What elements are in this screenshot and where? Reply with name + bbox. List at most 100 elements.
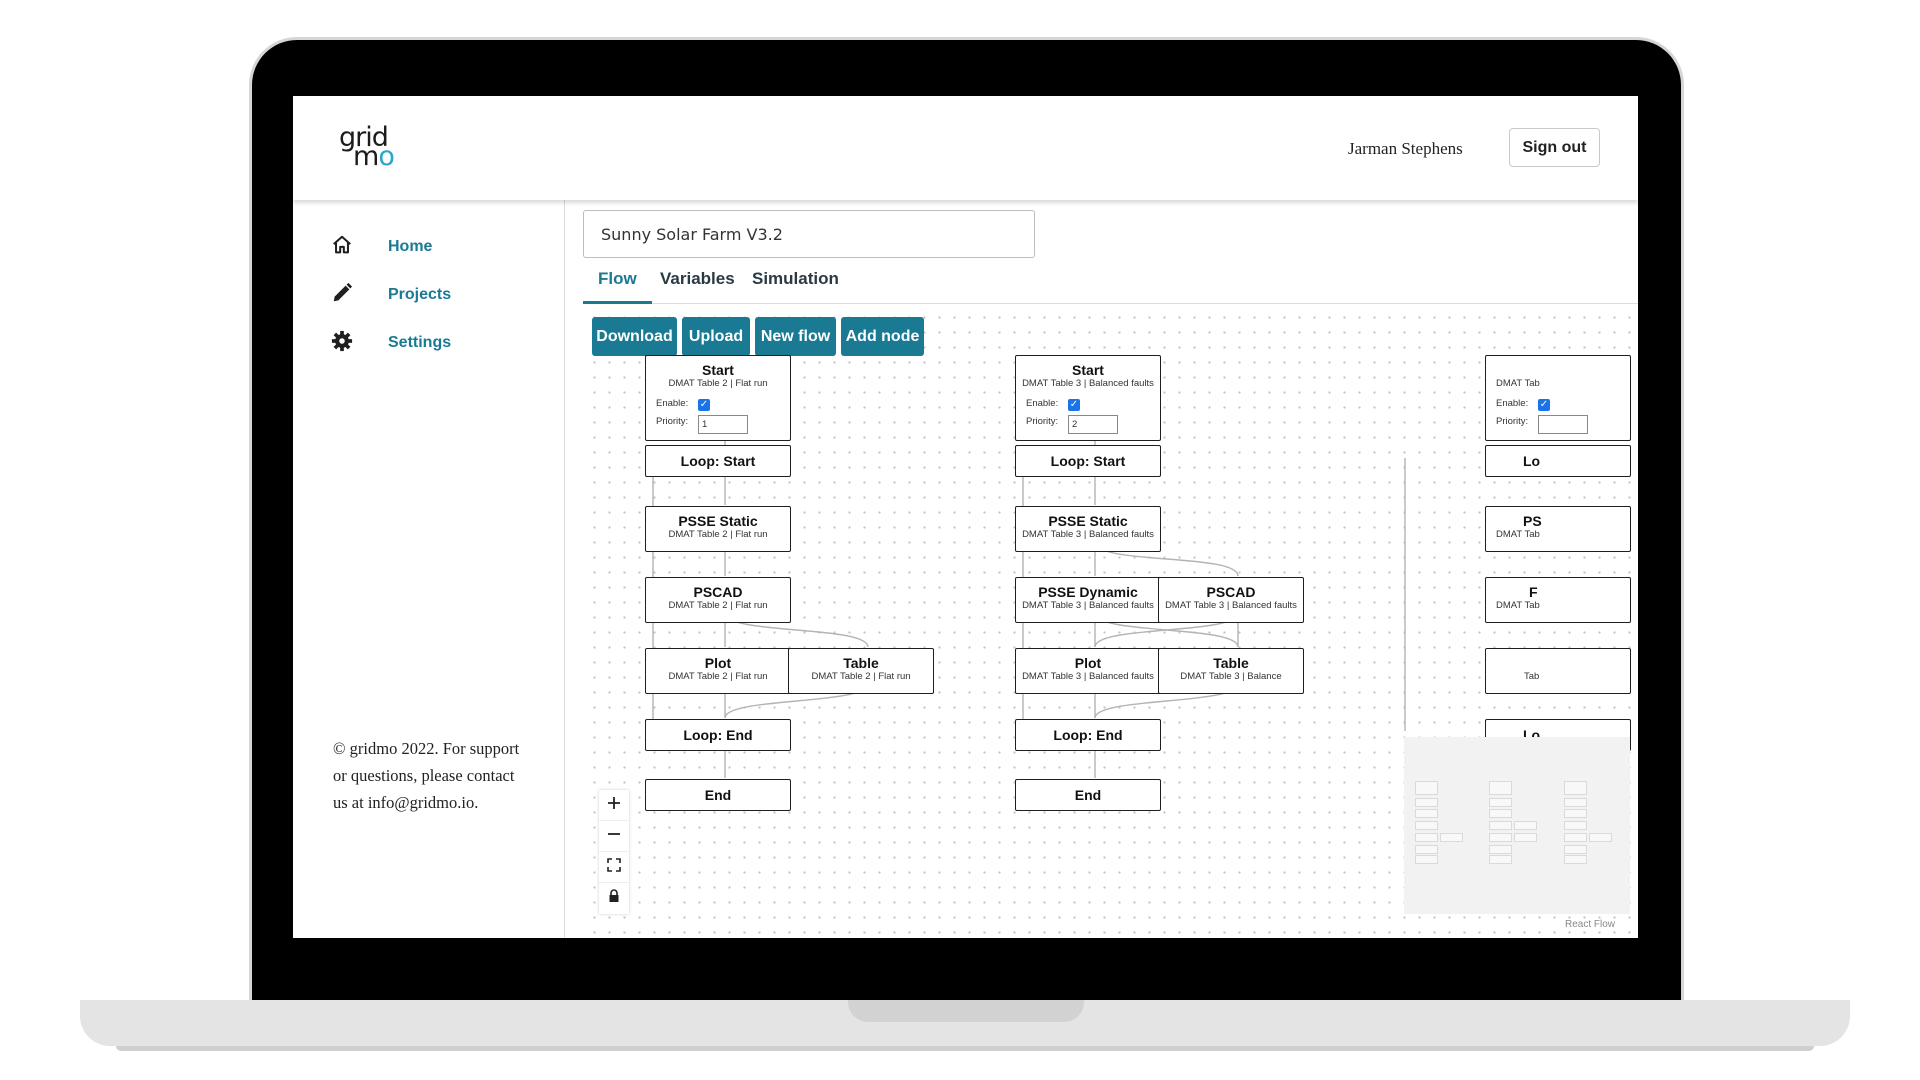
new-flow-button[interactable]: New flow <box>755 317 836 356</box>
laptop-notch <box>848 1000 1084 1022</box>
plot-node[interactable]: Plot DMAT Table 2 | Flat run <box>645 648 791 694</box>
support-footer-text: © gridmo 2022. For support or questions,… <box>333 739 520 812</box>
sidebar-item-settings[interactable]: Settings <box>331 330 451 357</box>
sidebar-item-label: Settings <box>388 334 452 351</box>
pscad-node[interactable]: F DMAT Tab <box>1485 577 1631 623</box>
node-subtitle: DMAT Table 3 | Balanced faults <box>1022 671 1154 682</box>
sidebar-item-label: Home <box>388 238 433 255</box>
priority-input[interactable] <box>1538 415 1588 434</box>
plot-node[interactable]: Tab <box>1485 648 1631 694</box>
node-subtitle: DMAT Tab <box>1496 378 1540 389</box>
node-subtitle: DMAT Tab <box>1496 600 1540 611</box>
loop-start-node[interactable]: Loop: Start <box>1015 445 1161 477</box>
laptop-base-shadow <box>116 1046 1814 1051</box>
sidebar-item-home[interactable]: Home <box>331 234 432 261</box>
pencil-icon <box>331 282 353 309</box>
gridmo-logo[interactable]: grid mo <box>339 124 399 172</box>
tab-bar: Flow Variables Simulation <box>583 262 1638 304</box>
home-icon <box>331 234 353 261</box>
node-subtitle: DMAT Table 3 | Balance <box>1180 671 1282 682</box>
node-subtitle: DMAT Table 3 | Balanced faults <box>1022 378 1154 389</box>
enable-label: Enable: <box>1026 398 1059 409</box>
logo-text-bottom: mo <box>353 141 395 172</box>
canvas-controls <box>599 790 629 914</box>
node-title: PSSE Static <box>678 513 758 529</box>
enable-checkbox[interactable]: ✓ <box>1068 399 1080 411</box>
node-title: Loop: End <box>683 727 753 743</box>
node-title: PSSE Static <box>1048 513 1128 529</box>
flow-canvas[interactable]: Download Upload New flow Add node Start … <box>583 305 1638 938</box>
node-subtitle: DMAT Table 2 | Flat run <box>668 600 768 611</box>
priority-input[interactable]: 2 <box>1068 415 1118 434</box>
upload-button[interactable]: Upload <box>682 317 750 356</box>
start-node[interactable]: Start DMAT Table 2 | Flat run Enable: ✓ … <box>645 355 791 441</box>
node-title: PSCAD <box>693 584 743 600</box>
project-name-input[interactable] <box>583 210 1035 258</box>
add-node-button[interactable]: Add node <box>841 317 924 356</box>
loop-start-node[interactable]: Loop: Start <box>645 445 791 477</box>
sign-out-button[interactable]: Sign out <box>1509 128 1600 167</box>
lock-icon <box>606 888 622 909</box>
flow-minimap[interactable] <box>1404 737 1630 914</box>
loop-start-node[interactable]: Lo <box>1485 445 1631 477</box>
end-node[interactable]: End <box>1015 779 1161 811</box>
node-subtitle: DMAT Table 3 | Balanced faults <box>1022 529 1154 540</box>
loop-end-node[interactable]: Loop: End <box>645 719 791 751</box>
minus-icon <box>606 826 622 847</box>
table-node[interactable]: Table DMAT Table 2 | Flat run <box>788 648 934 694</box>
psse-dynamic-node[interactable]: PSSE Dynamic DMAT Table 3 | Balanced fau… <box>1015 577 1161 623</box>
plot-node[interactable]: Plot DMAT Table 3 | Balanced faults <box>1015 648 1161 694</box>
node-subtitle: DMAT Table 2 | Flat run <box>668 671 768 682</box>
plus-icon <box>606 795 622 816</box>
end-node[interactable]: End <box>645 779 791 811</box>
node-subtitle: DMAT Table 2 | Flat run <box>668 529 768 540</box>
priority-input[interactable]: 1 <box>698 415 748 434</box>
lock-button[interactable] <box>599 883 629 914</box>
node-title: Loop: Start <box>1050 453 1126 469</box>
app-header: grid mo Jarman Stephens Sign out <box>293 96 1638 200</box>
zoom-in-button[interactable] <box>599 790 629 821</box>
app-screen: grid mo Jarman Stephens Sign out Home Pr… <box>293 96 1638 938</box>
node-title: PS <box>1523 513 1542 529</box>
psse-static-node[interactable]: PSSE Static DMAT Table 3 | Balanced faul… <box>1015 506 1161 552</box>
table-node[interactable]: Table DMAT Table 3 | Balance <box>1158 648 1304 694</box>
node-title: Loop: End <box>1053 727 1123 743</box>
fit-view-button[interactable] <box>599 852 629 883</box>
gear-icon <box>331 330 353 357</box>
pscad-node[interactable]: PSCAD DMAT Table 2 | Flat run <box>645 577 791 623</box>
zoom-out-button[interactable] <box>599 821 629 852</box>
loop-end-node[interactable]: Loop: End <box>1015 719 1161 751</box>
node-title: Start <box>702 362 734 378</box>
sidebar-item-projects[interactable]: Projects <box>331 282 451 309</box>
tab-flow[interactable]: Flow <box>583 262 652 304</box>
start-node[interactable]: Start DMAT Table 3 | Balanced faults Ena… <box>1015 355 1161 441</box>
node-title: Plot <box>704 655 732 671</box>
sidebar: Home Projects Settings © gridmo 2022. Fo… <box>293 200 565 938</box>
node-title: Table <box>843 655 879 671</box>
sidebar-item-label: Projects <box>388 286 452 303</box>
start-node[interactable]: DMAT Tab Enable: ✓ Priority: <box>1485 355 1631 441</box>
node-title: Table <box>1213 655 1249 671</box>
node-title: Start <box>1072 362 1104 378</box>
node-title: End <box>1074 787 1102 803</box>
pscad-node[interactable]: PSCAD DMAT Table 3 | Balanced faults <box>1158 577 1304 623</box>
node-title: PSSE Dynamic <box>1038 584 1138 600</box>
psse-static-node[interactable]: PSSE Static DMAT Table 2 | Flat run <box>645 506 791 552</box>
node-subtitle: DMAT Table 2 | Flat run <box>668 378 768 389</box>
node-title: F <box>1529 584 1538 600</box>
node-subtitle: DMAT Table 2 | Flat run <box>811 671 911 682</box>
psse-static-node[interactable]: PS DMAT Tab <box>1485 506 1631 552</box>
user-name: Jarman Stephens <box>1348 139 1463 158</box>
download-button[interactable]: Download <box>592 317 677 356</box>
tab-variables[interactable]: Variables <box>660 262 735 304</box>
node-title: End <box>704 787 732 803</box>
tab-simulation[interactable]: Simulation <box>752 262 839 304</box>
priority-label: Priority: <box>1026 416 1059 427</box>
node-title: Lo <box>1523 453 1541 469</box>
react-flow-attribution[interactable]: React Flow <box>1565 919 1615 930</box>
priority-label: Priority: <box>1496 416 1529 427</box>
enable-checkbox[interactable]: ✓ <box>698 399 710 411</box>
enable-checkbox[interactable]: ✓ <box>1538 399 1550 411</box>
main-content: Flow Variables Simulation <box>566 200 1638 938</box>
fit-view-icon <box>606 857 622 878</box>
